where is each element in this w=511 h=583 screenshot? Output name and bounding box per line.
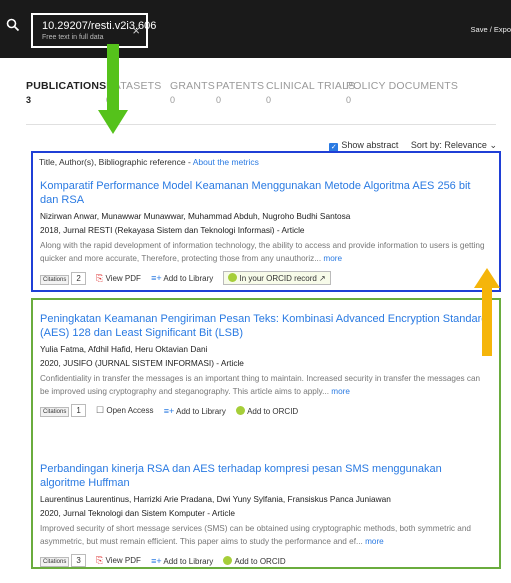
- search-scope: Free text in full data: [42, 34, 104, 41]
- highlight-box-green: [31, 298, 501, 569]
- chevron-down-icon: ⌄: [489, 140, 497, 150]
- tab-policy-documents[interactable]: POLICY DOCUMENTS 0: [346, 80, 458, 105]
- highlight-box-blue: [31, 151, 501, 292]
- up-arrow-icon: [474, 268, 500, 356]
- tab-patents[interactable]: PATENTS 0: [216, 80, 264, 105]
- search-icon[interactable]: [6, 18, 20, 37]
- search-query-chip[interactable]: 10.29207/resti.v2i3.606 Free text in ful…: [31, 13, 156, 48]
- tab-grants[interactable]: GRANTS 0: [170, 80, 215, 105]
- tab-clinical-trials[interactable]: CLINICAL TRIALS 0: [266, 80, 355, 105]
- save-export-button[interactable]: Save / Expo: [471, 25, 511, 34]
- search-bar: 10.29207/resti.v2i3.606 Free text in ful…: [0, 0, 511, 58]
- sort-dropdown[interactable]: Sort by: Relevance ⌄: [411, 140, 497, 150]
- down-arrow-icon: [98, 44, 128, 134]
- show-abstract-checkbox[interactable]: ✓ Show abstract: [329, 140, 401, 152]
- tab-divider: [26, 124, 496, 125]
- close-icon[interactable]: ×: [132, 23, 140, 38]
- tab-publications[interactable]: PUBLICATIONS 3: [26, 80, 106, 105]
